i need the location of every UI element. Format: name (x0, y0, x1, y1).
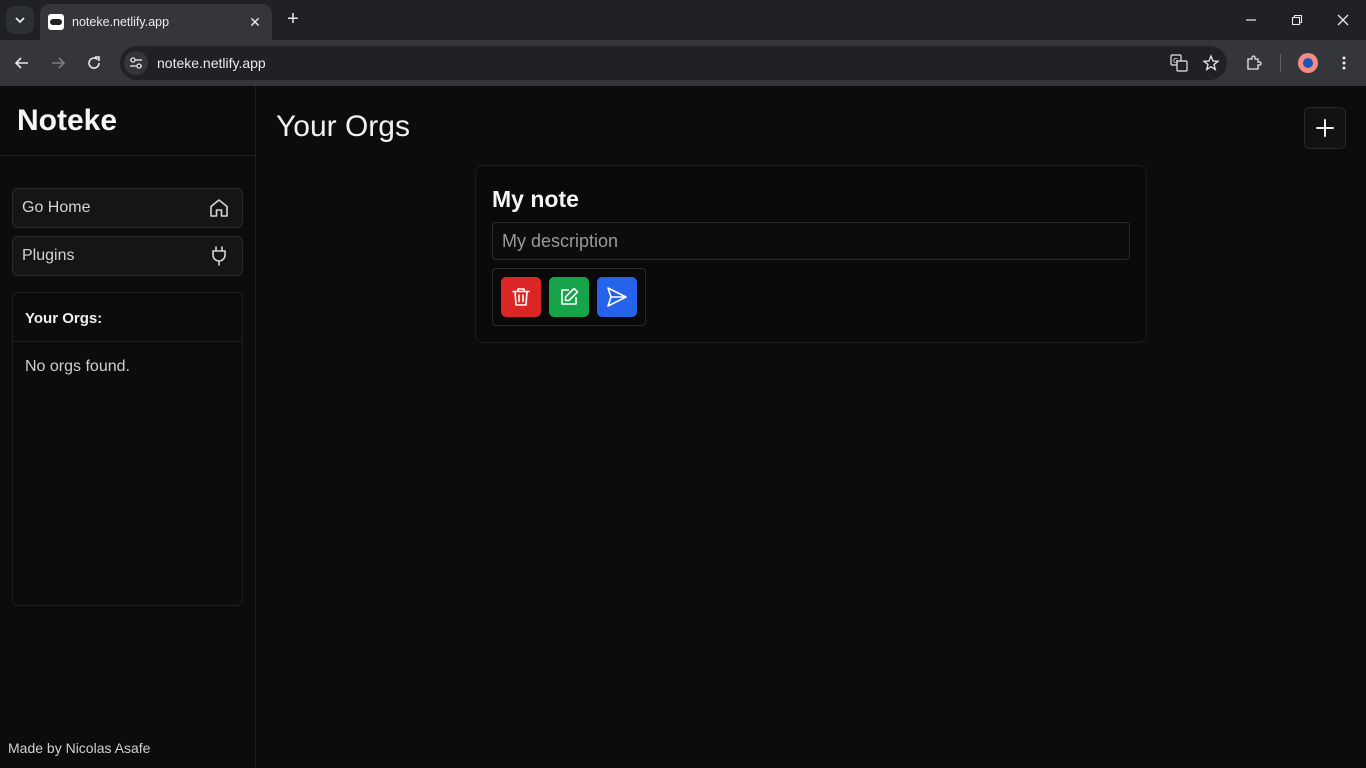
delete-button[interactable] (501, 277, 541, 317)
plug-icon (212, 246, 226, 266)
address-bar[interactable]: noteke.netlify.app G (120, 46, 1227, 80)
restore-icon (1291, 14, 1303, 26)
send-icon (607, 287, 627, 307)
orgs-panel: Your Orgs: No orgs found. (12, 292, 243, 606)
browser-tab-bar: noteke.netlify.app ✕ + (0, 0, 1366, 40)
more-vert-icon (1342, 56, 1346, 70)
page-title: Your Orgs (276, 110, 410, 143)
add-org-button[interactable] (1304, 107, 1346, 149)
go-home-label: Go Home (22, 199, 91, 216)
footer-credit: Made by Nicolas Asafe (8, 740, 151, 756)
send-button[interactable] (597, 277, 637, 317)
site-favicon-icon (48, 14, 64, 30)
orgs-heading: Your Orgs: (25, 310, 103, 327)
note-actions (492, 268, 646, 326)
note-card: My note (475, 165, 1147, 343)
go-home-button[interactable]: Go Home (12, 188, 243, 228)
restore-button[interactable] (1274, 0, 1320, 40)
browser-menu-button[interactable] (1330, 49, 1358, 77)
plugins-label: Plugins (22, 247, 75, 264)
orgs-empty-message: No orgs found. (25, 358, 130, 375)
plugins-button[interactable]: Plugins (12, 236, 243, 276)
chevron-down-icon (15, 17, 25, 24)
url-text: noteke.netlify.app (157, 55, 266, 71)
browser-tab[interactable]: noteke.netlify.app ✕ (40, 4, 272, 40)
app-root: Noteke Go Home Plugins Your Orgs: No org… (0, 86, 1366, 768)
brand-title: Noteke (17, 104, 118, 137)
reload-icon (88, 56, 100, 69)
avatar (1298, 53, 1318, 73)
forward-button[interactable] (44, 49, 72, 77)
translate-button[interactable]: G (1163, 49, 1195, 77)
plus-icon (1316, 119, 1334, 137)
close-icon (1337, 14, 1349, 26)
tab-title: noteke.netlify.app (72, 15, 170, 29)
profile-button[interactable] (1294, 49, 1322, 77)
note-description-input[interactable] (492, 222, 1130, 260)
main-content: Your Orgs My note (256, 86, 1366, 768)
svg-text:G: G (1173, 57, 1178, 65)
trash-icon (512, 288, 530, 306)
bookmark-button[interactable] (1195, 49, 1227, 77)
toolbar-divider (1280, 54, 1281, 72)
arrow-right-icon (52, 57, 66, 69)
minimize-icon (1246, 19, 1256, 21)
orgs-divider (13, 341, 242, 342)
home-icon (210, 199, 228, 217)
note-title: My note (492, 186, 579, 212)
new-tab-button[interactable]: + (282, 8, 304, 30)
puzzle-icon (1247, 55, 1262, 70)
back-button[interactable] (8, 49, 36, 77)
edit-icon (561, 287, 579, 305)
extensions-button[interactable] (1240, 49, 1268, 77)
minimize-button[interactable] (1228, 0, 1274, 40)
arrow-left-icon (14, 57, 28, 69)
translate-icon: G (1170, 54, 1188, 72)
star-icon (1202, 54, 1220, 71)
site-info-button[interactable] (124, 51, 148, 75)
sidebar: Noteke Go Home Plugins Your Orgs: No org… (0, 86, 256, 768)
tune-icon (130, 57, 142, 69)
reload-button[interactable] (80, 49, 108, 77)
tab-search-button[interactable] (6, 6, 34, 34)
browser-toolbar: noteke.netlify.app G (0, 40, 1366, 86)
close-window-button[interactable] (1320, 0, 1366, 40)
sidebar-divider (0, 155, 255, 156)
tab-close-button[interactable]: ✕ (246, 13, 264, 31)
edit-button[interactable] (549, 277, 589, 317)
